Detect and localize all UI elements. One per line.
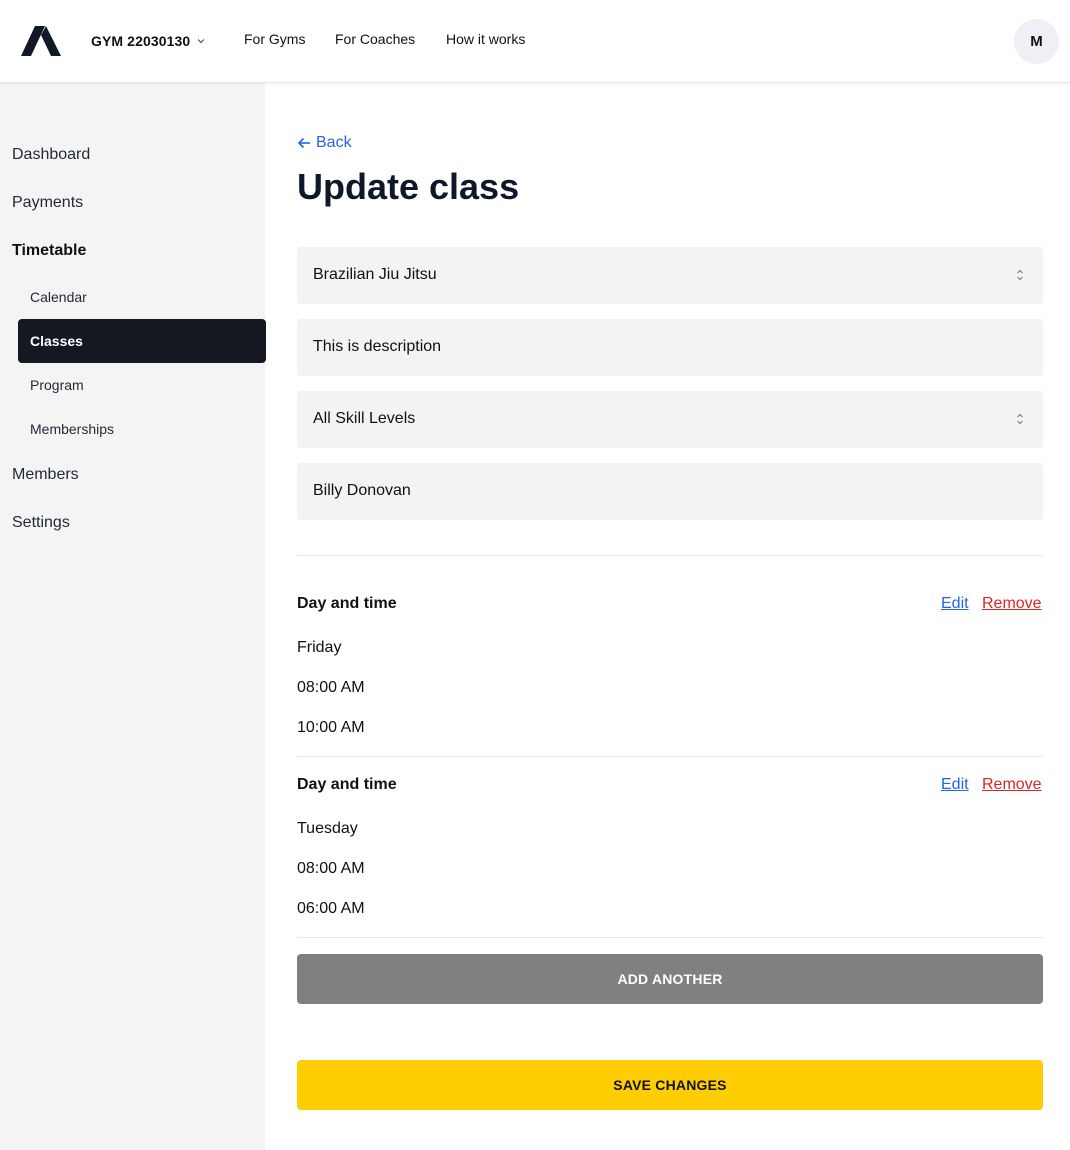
- sidebar-subitem-calendar[interactable]: Calendar: [30, 289, 87, 305]
- description-field[interactable]: This is description: [297, 319, 1043, 376]
- save-changes-label: SAVE CHANGES: [613, 1077, 727, 1093]
- arrow-left-icon: [297, 137, 310, 149]
- schedule-end-time: 06:00 AM: [297, 900, 365, 917]
- brand-logo-icon[interactable]: [21, 26, 61, 56]
- chevron-down-icon: [197, 39, 205, 44]
- coach-value: Billy Donovan: [313, 482, 411, 499]
- gym-switcher[interactable]: GYM 22030130: [91, 31, 206, 51]
- description-value: This is description: [313, 338, 442, 355]
- sidebar-subitem-classes-label: Classes: [30, 333, 83, 349]
- schedule-start-time: 08:00 AM: [297, 679, 365, 696]
- gym-name: GYM 22030130: [91, 33, 191, 49]
- user-avatar[interactable]: M: [1014, 19, 1059, 64]
- remove-schedule-link[interactable]: Remove: [982, 595, 1042, 613]
- back-link[interactable]: Back: [297, 134, 352, 152]
- add-another-button[interactable]: ADD ANOTHER: [297, 954, 1043, 1004]
- schedule-title: Day and time: [297, 776, 397, 793]
- skill-level-value: All Skill Levels: [313, 410, 416, 427]
- sidebar-item-members[interactable]: Members: [12, 466, 79, 484]
- schedule-end-time: 10:00 AM: [297, 719, 365, 736]
- schedule-divider: [297, 756, 1043, 757]
- sidebar-subitem-classes[interactable]: Classes: [18, 319, 266, 363]
- back-label: Back: [316, 134, 352, 151]
- avatar-initial: M: [1030, 33, 1043, 50]
- edit-schedule-link[interactable]: Edit: [941, 776, 969, 794]
- sidebar-item-payments[interactable]: Payments: [12, 194, 83, 212]
- nav-for-gyms[interactable]: For Gyms: [244, 31, 305, 47]
- schedule-start-time: 08:00 AM: [297, 860, 365, 877]
- select-updown-icon: [1017, 269, 1023, 281]
- page-title: Update class: [297, 166, 520, 207]
- edit-schedule-link[interactable]: Edit: [941, 595, 969, 613]
- select-updown-icon: [1017, 413, 1023, 425]
- schedule-title: Day and time: [297, 595, 397, 612]
- sidebar-subitem-memberships[interactable]: Memberships: [30, 421, 114, 437]
- sidebar: Dashboard Payments Timetable Calendar Cl…: [0, 83, 266, 1150]
- schedule-day: Friday: [297, 639, 342, 656]
- class-type-value: Brazilian Jiu Jitsu: [313, 266, 437, 283]
- section-divider: [297, 555, 1043, 556]
- sidebar-item-timetable[interactable]: Timetable: [12, 242, 86, 260]
- sidebar-subitem-program[interactable]: Program: [30, 377, 84, 393]
- skill-level-select[interactable]: All Skill Levels: [297, 391, 1043, 448]
- add-another-label: ADD ANOTHER: [617, 971, 723, 987]
- coach-field[interactable]: Billy Donovan: [297, 463, 1043, 520]
- sidebar-item-dashboard[interactable]: Dashboard: [12, 146, 90, 164]
- sidebar-item-settings[interactable]: Settings: [12, 514, 70, 532]
- top-header: GYM 22030130 For Gyms For Coaches How it…: [0, 0, 1070, 83]
- class-type-select[interactable]: Brazilian Jiu Jitsu: [297, 247, 1043, 304]
- schedule-day: Tuesday: [297, 820, 358, 837]
- remove-schedule-link[interactable]: Remove: [982, 776, 1042, 794]
- save-changes-button[interactable]: SAVE CHANGES: [297, 1060, 1043, 1110]
- nav-how-it-works[interactable]: How it works: [446, 31, 525, 47]
- nav-for-coaches[interactable]: For Coaches: [335, 31, 415, 47]
- schedule-divider: [297, 937, 1043, 938]
